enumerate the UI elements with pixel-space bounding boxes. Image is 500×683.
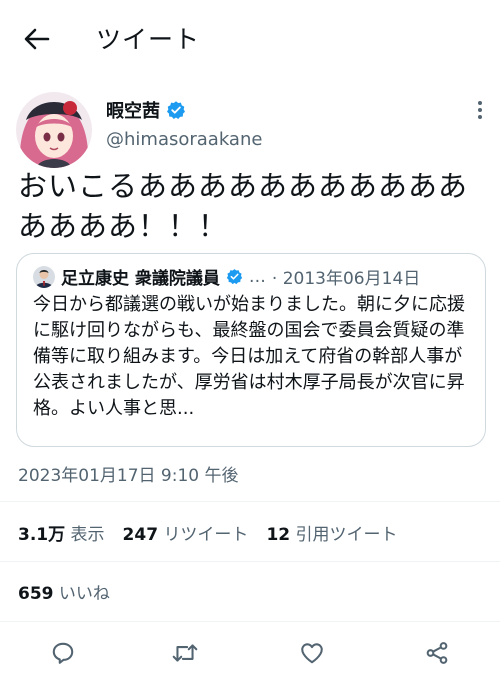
author-name-text: 暇空茜 bbox=[106, 101, 160, 122]
quoted-tweet-header: 足立康史 衆議院議員 … · 2013年06月14日 bbox=[33, 264, 420, 289]
quotes-count: 12 bbox=[266, 525, 291, 545]
views-count: 3.1万 bbox=[18, 525, 66, 545]
like-button[interactable] bbox=[297, 638, 327, 668]
author-name[interactable]: 暇空茜 bbox=[106, 97, 186, 123]
quoted-tweet-date: · 2013年06月14日 bbox=[271, 269, 421, 289]
avatar[interactable] bbox=[16, 92, 92, 168]
action-bar bbox=[0, 628, 500, 676]
likes-stat[interactable]: 659 いいね bbox=[18, 579, 110, 604]
retweets-stat[interactable]: 247 リツイート bbox=[123, 520, 249, 545]
tweet-stats: 3.1万 表示 247 リツイート 12 引用ツイート bbox=[18, 520, 398, 545]
tweet-timestamp: 2023年01月17日 9:10 午後 bbox=[18, 466, 239, 486]
author-handle[interactable]: @himasoraakane bbox=[106, 129, 262, 150]
views-label: 表示 bbox=[70, 525, 105, 545]
reply-icon bbox=[52, 642, 74, 664]
tweet-text: おいこるあああああああああああああああ！！！ bbox=[18, 169, 469, 243]
retweet-button[interactable] bbox=[170, 638, 200, 668]
arrow-left-icon bbox=[24, 28, 50, 50]
retweet-icon bbox=[172, 644, 198, 662]
quoted-avatar bbox=[33, 265, 55, 288]
likes-label: いいね bbox=[58, 584, 110, 604]
quoted-author-name: 足立康史 衆議院議員 bbox=[61, 269, 220, 289]
divider bbox=[0, 561, 500, 562]
quoted-tweet[interactable]: 足立康史 衆議院議員 … · 2013年06月14日 今日から都議選の戦いが始ま… bbox=[16, 253, 486, 447]
retweets-count: 247 bbox=[122, 525, 159, 545]
quotes-label: 引用ツイート bbox=[295, 525, 398, 545]
back-button[interactable] bbox=[20, 22, 54, 56]
share-icon bbox=[426, 642, 448, 664]
page-title: ツイート bbox=[96, 25, 201, 54]
more-options-icon[interactable] bbox=[468, 97, 492, 123]
divider bbox=[0, 621, 500, 622]
verified-badge-icon bbox=[226, 269, 243, 285]
divider bbox=[0, 501, 500, 502]
quotes-stat[interactable]: 12 引用ツイート bbox=[266, 520, 397, 545]
share-button[interactable] bbox=[422, 638, 452, 668]
quoted-tweet-text: 今日から都議選の戦いが始まりました。朝に夕に応援に駆け回りながらも、最終盤の国会… bbox=[33, 294, 465, 419]
verified-badge-icon bbox=[167, 101, 185, 119]
retweets-label: リツイート bbox=[163, 525, 249, 545]
likes-count: 659 bbox=[18, 584, 54, 604]
reply-button[interactable] bbox=[48, 638, 78, 668]
quoted-author-ellipsis: … bbox=[248, 266, 266, 287]
views-stat[interactable]: 3.1万 表示 bbox=[18, 520, 105, 545]
top-bar: ツイート bbox=[0, 0, 500, 76]
heart-icon bbox=[301, 643, 323, 664]
avatar-illustration bbox=[16, 92, 92, 168]
